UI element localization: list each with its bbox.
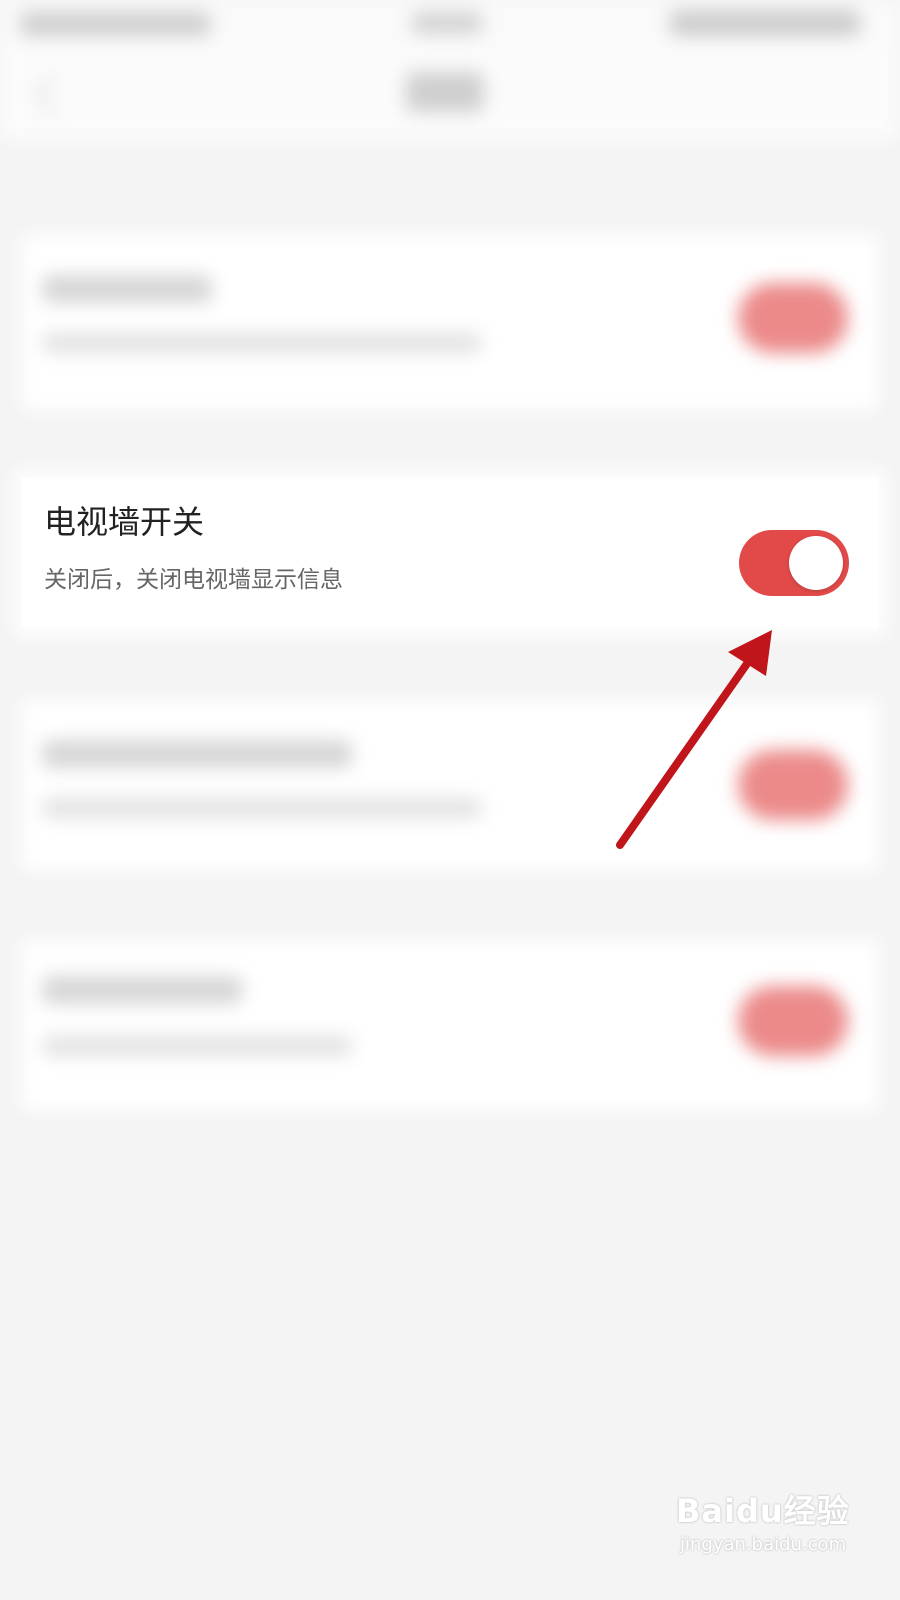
setting-description: 关闭后，关闭电视墙显示信息 [44,567,343,593]
status-bar-left [20,12,210,36]
status-bar [0,0,900,50]
header-bar [0,50,900,140]
toggle-knob [789,536,843,590]
back-icon[interactable] [33,73,77,117]
settings-item-blurred-1 [22,235,878,410]
toggle-blurred[interactable] [738,283,848,353]
setting-row-tv-wall: 电视墙开关 关闭后，关闭电视墙显示信息 [22,478,878,628]
watermark-url: jingyan.baidu.com [680,1534,847,1555]
item-subtitle-placeholder [42,333,482,353]
item-title-placeholder [42,740,352,768]
toggle-blurred[interactable] [738,750,848,820]
item-subtitle-placeholder [42,798,482,818]
item-subtitle-placeholder [42,1036,352,1056]
item-title-placeholder [42,275,212,303]
status-bar-right [670,10,860,36]
settings-screen: 电视墙开关 关闭后，关闭电视墙显示信息 Baidu经验 jingyan.baid… [0,0,900,1600]
settings-item-blurred-3 [22,940,878,1110]
watermark: Baidu经验 jingyan.baidu.com [676,1486,876,1578]
toggle-blurred[interactable] [738,986,848,1056]
tv-wall-toggle[interactable] [739,530,849,596]
watermark-brand: Baidu经验 [676,1492,850,1530]
status-bar-center [412,12,482,34]
item-title-placeholder [42,976,242,1004]
page-title [406,72,484,112]
setting-title: 电视墙开关 [44,503,205,541]
blurred-background [0,0,900,1600]
settings-item-blurred-2 [22,700,878,870]
